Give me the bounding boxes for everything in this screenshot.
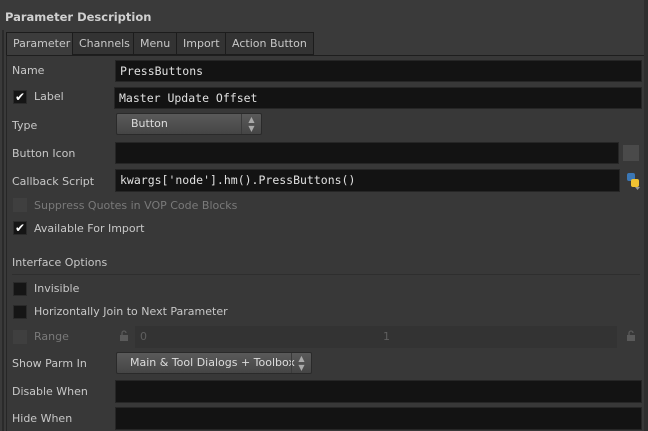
tab-import[interactable]: Import — [176, 32, 227, 55]
tab-action-button[interactable]: Action Button — [225, 32, 314, 55]
hjoin-label: Horizontally Join to Next Parameter — [34, 305, 228, 318]
button-icon-label: Button Icon — [12, 147, 76, 160]
panel-title: Parameter Description — [5, 10, 152, 24]
interface-options-heading: Interface Options — [12, 256, 108, 269]
lock-icon[interactable] — [627, 330, 635, 341]
icon-chooser-button[interactable] — [623, 145, 639, 161]
show-parm-in-label: Show Parm In — [12, 357, 87, 370]
type-value: Button — [131, 117, 168, 130]
tab-menu[interactable]: Menu — [133, 32, 178, 55]
python-icon[interactable] — [625, 172, 641, 190]
name-input[interactable]: PressButtons — [115, 60, 642, 82]
label-input[interactable]: Master Update Offset — [114, 87, 642, 109]
available-import-label: Available For Import — [34, 222, 145, 235]
section-divider — [12, 274, 640, 275]
label-label: Label — [34, 90, 64, 103]
suppress-quotes-checkbox[interactable] — [13, 198, 27, 212]
updown-icon: ▲ ▼ — [241, 114, 261, 134]
type-label: Type — [12, 119, 38, 132]
tab-parameter[interactable]: Parameter — [6, 32, 78, 56]
divider — [2, 30, 4, 431]
callback-input[interactable]: kwargs['node'].hm().PressButtons() — [115, 169, 620, 192]
scroll-edge — [644, 0, 648, 431]
suppress-quotes-label: Suppress Quotes in VOP Code Blocks — [34, 199, 238, 212]
callback-label: Callback Script — [12, 175, 95, 188]
type-dropdown[interactable]: Button ▲ ▼ — [116, 113, 262, 135]
button-icon-input[interactable] — [115, 142, 619, 164]
invisible-checkbox[interactable] — [13, 282, 27, 296]
show-parm-in-dropdown[interactable]: Main & Tool Dialogs + Toolbox ▲ ▼ — [116, 352, 312, 374]
show-parm-in-value: Main & Tool Dialogs + Toolbox — [130, 356, 295, 369]
updown-icon: ▲ ▼ — [291, 353, 311, 373]
disable-when-input[interactable] — [115, 380, 642, 403]
lock-icon[interactable] — [120, 330, 128, 341]
hjoin-checkbox[interactable] — [13, 305, 27, 319]
tab-channels[interactable]: Channels — [72, 32, 137, 55]
range-checkbox[interactable] — [13, 330, 27, 344]
hide-when-label: Hide When — [12, 412, 73, 425]
name-label: Name — [12, 64, 45, 77]
available-import-checkbox[interactable]: ✔ — [13, 221, 27, 235]
label-checkbox[interactable]: ✔ — [13, 90, 27, 104]
range-max-input[interactable]: 1 — [380, 326, 617, 348]
parameter-panel — [6, 55, 644, 431]
disable-when-label: Disable When — [12, 385, 88, 398]
hide-when-input[interactable] — [115, 407, 642, 430]
range-label: Range — [34, 330, 69, 343]
invisible-label: Invisible — [34, 282, 80, 295]
range-min-input[interactable]: 0 — [135, 326, 380, 348]
